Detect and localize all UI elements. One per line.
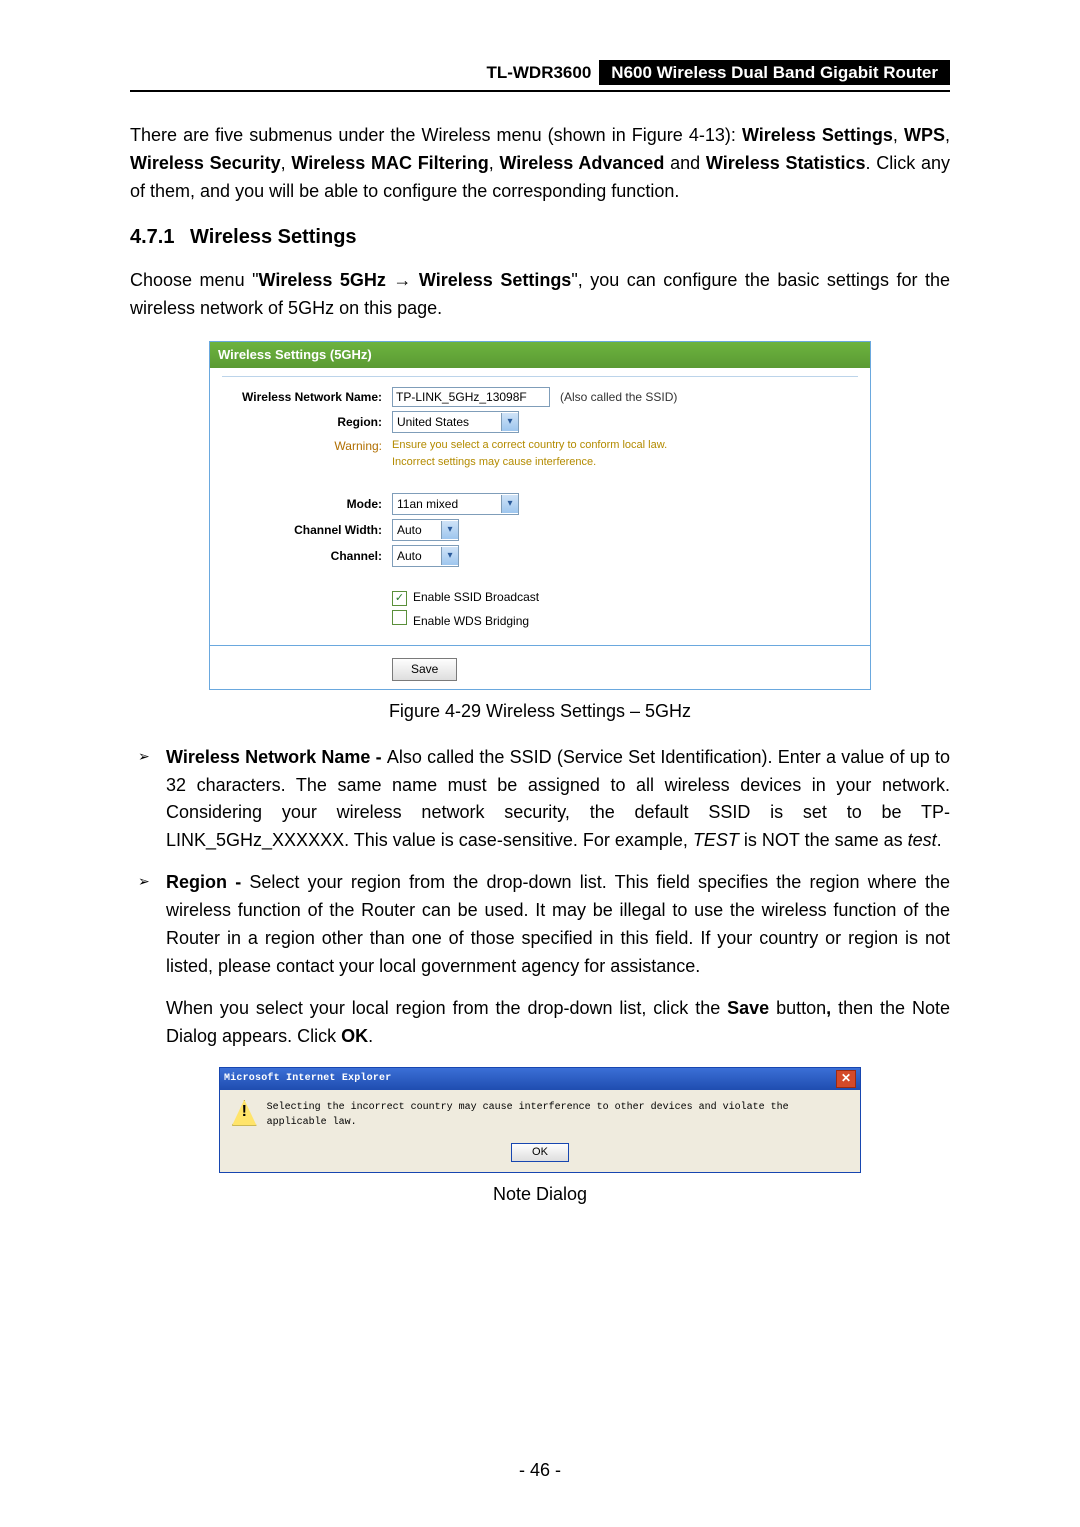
section-title: Wireless Settings <box>190 226 357 248</box>
mode-label: Mode: <box>222 495 392 514</box>
wds-bridging-label: Enable WDS Bridging <box>413 614 529 628</box>
bullet-wireless-network-name: Wireless Network Name - Also called the … <box>130 744 950 856</box>
section-number: 4.7.1 <box>130 222 190 253</box>
network-name-label: Wireless Network Name: <box>222 388 392 407</box>
network-name-input[interactable] <box>392 387 550 407</box>
choose-menu-paragraph: Choose menu "Wireless 5GHz → Wireless Se… <box>130 267 950 323</box>
ssid-aside: (Also called the SSID) <box>560 388 677 407</box>
dialog-title: Microsoft Internet Explorer <box>224 1071 391 1087</box>
page-number: - 46 - <box>0 1457 1080 1485</box>
region-save-paragraph: When you select your local region from t… <box>130 995 950 1051</box>
ssid-broadcast-row: ✓ Enable SSID Broadcast <box>222 588 858 607</box>
dialog-message: Selecting the incorrect country may caus… <box>267 1100 848 1131</box>
figure-caption: Figure 4-29 Wireless Settings – 5GHz <box>130 698 950 726</box>
warning-text: Ensure you select a correct country to c… <box>392 437 667 471</box>
save-button[interactable]: Save <box>392 658 457 681</box>
wireless-settings-panel: Wireless Settings (5GHz) Wireless Networ… <box>209 341 871 690</box>
page-header: TL-WDR3600N600 Wireless Dual Band Gigabi… <box>130 60 950 92</box>
region-select[interactable]: United States ▾ <box>392 411 519 433</box>
chevron-down-icon: ▾ <box>441 547 458 565</box>
chevron-down-icon: ▾ <box>441 521 458 539</box>
panel-title: Wireless Settings (5GHz) <box>210 342 870 368</box>
intro-paragraph: There are five submenus under the Wirele… <box>130 122 950 206</box>
wds-bridging-row: Enable WDS Bridging <box>222 610 858 631</box>
mode-select[interactable]: 11an mixed ▾ <box>392 493 519 515</box>
channel-width-label: Channel Width: <box>222 521 392 540</box>
section-heading: 4.7.1Wireless Settings <box>130 222 950 253</box>
wds-bridging-checkbox[interactable] <box>392 610 407 625</box>
ssid-broadcast-label: Enable SSID Broadcast <box>413 590 539 604</box>
warning-label: Warning: <box>222 437 392 456</box>
model-code: TL-WDR3600 <box>483 60 599 85</box>
bullet-region: Region - Select your region from the dro… <box>130 869 950 981</box>
chevron-down-icon: ▾ <box>501 413 518 431</box>
chevron-down-icon: ▾ <box>501 495 518 513</box>
ok-button[interactable]: OK <box>511 1143 569 1162</box>
product-name: N600 Wireless Dual Band Gigabit Router <box>599 60 950 85</box>
region-label: Region: <box>222 413 392 432</box>
ssid-broadcast-checkbox[interactable]: ✓ <box>392 591 407 606</box>
channel-width-select[interactable]: Auto ▾ <box>392 519 459 541</box>
channel-label: Channel: <box>222 547 392 566</box>
note-dialog: Microsoft Internet Explorer ✕ ! Selectin… <box>219 1067 861 1173</box>
warning-icon: ! <box>232 1100 257 1126</box>
close-icon[interactable]: ✕ <box>836 1070 856 1088</box>
note-dialog-caption: Note Dialog <box>130 1181 950 1209</box>
channel-select[interactable]: Auto ▾ <box>392 545 459 567</box>
